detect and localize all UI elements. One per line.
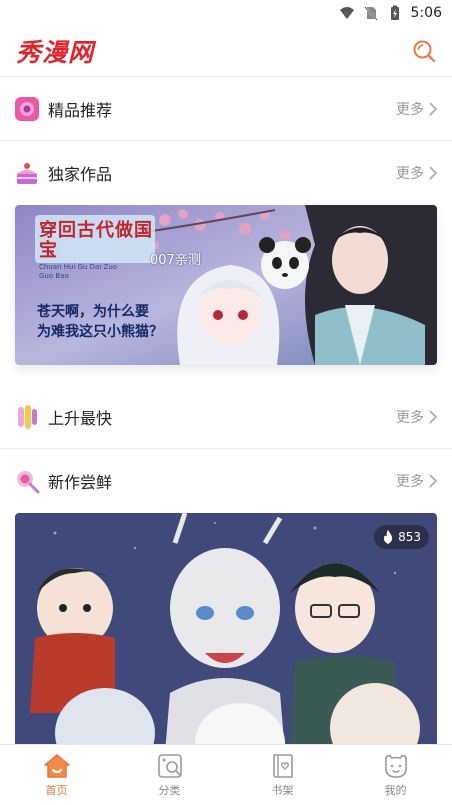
home-icon	[43, 753, 70, 778]
section-title: 新作尝鲜	[48, 473, 113, 492]
gem-icon	[14, 96, 40, 122]
profile-icon	[384, 754, 407, 778]
hot-count-badge: 853	[374, 525, 429, 549]
tab-label: 首页	[45, 783, 68, 797]
cake-icon	[14, 160, 40, 186]
banner-caption-line1: 苍天啊，为什么要	[37, 304, 149, 320]
app-header: 秀漫网	[0, 26, 452, 76]
more-link[interactable]: 更多	[396, 163, 438, 183]
comic-cover-illustration	[15, 513, 437, 744]
section-featured[interactable]: 精品推荐 更多	[0, 77, 452, 141]
more-label: 更多	[396, 474, 424, 490]
bookshelf-icon	[272, 753, 293, 778]
battery-icon	[390, 5, 399, 20]
fire-icon	[383, 530, 393, 544]
wifi-icon	[339, 7, 354, 19]
tab-label: 书架	[271, 783, 294, 797]
tab-bookshelf[interactable]: 书架	[226, 745, 339, 805]
app-logo[interactable]: 秀漫网	[16, 33, 94, 69]
main-feed[interactable]: 精品推荐 更多 独家作品 更多 穿回古代做国宝 Chuan Hui Gu Dai…	[0, 77, 452, 744]
hot-count: 853	[398, 530, 421, 544]
section-title: 上升最快	[48, 408, 113, 428]
more-label: 更多	[396, 166, 424, 182]
category-icon	[157, 753, 182, 778]
section-title: 精品推荐	[48, 100, 113, 120]
tab-category[interactable]: 分类	[113, 745, 226, 805]
chevron-right-icon	[429, 166, 438, 180]
tab-label: 分类	[158, 783, 181, 797]
search-icon	[413, 40, 436, 63]
bottom-nav: 首页 分类 书架 我的	[0, 744, 452, 805]
tab-label: 我的	[384, 783, 407, 797]
comic-banner-new[interactable]: 853	[15, 513, 437, 744]
comic-banner-exclusive[interactable]: 穿回古代做国宝 Chuan Hui Gu Dai Zuo Guo Bao 007…	[15, 205, 437, 365]
more-link[interactable]: 更多	[396, 99, 438, 119]
section-rising[interactable]: 上升最快 更多	[0, 385, 452, 449]
banner-tag: 007亲测	[150, 253, 201, 268]
status-bar: 5:06	[0, 0, 452, 26]
more-link[interactable]: 更多	[396, 471, 438, 491]
tab-home[interactable]: 首页	[0, 745, 113, 805]
rocket-icon	[14, 404, 40, 430]
tab-profile[interactable]: 我的	[339, 745, 452, 805]
more-label: 更多	[396, 409, 424, 426]
chevron-right-icon	[429, 101, 438, 116]
section-exclusive[interactable]: 独家作品 更多	[0, 141, 452, 205]
banner-subtitle: Chuan Hui Gu Dai Zuo Guo Bao	[39, 263, 118, 280]
more-link[interactable]: 更多	[396, 407, 438, 427]
banner-title: 穿回古代做国宝	[39, 220, 153, 261]
section-new[interactable]: 新作尝鲜 更多	[0, 449, 452, 513]
status-time: 5:06	[410, 5, 442, 21]
chevron-right-icon	[429, 474, 438, 488]
more-label: 更多	[396, 101, 424, 118]
search-button[interactable]	[410, 37, 438, 65]
chevron-right-icon	[429, 409, 438, 424]
banner-caption-line2: 为难我这只小熊猫？	[37, 324, 163, 340]
lollipop-icon	[14, 468, 40, 494]
section-title: 独家作品	[48, 165, 113, 184]
no-sim-icon	[363, 6, 378, 21]
